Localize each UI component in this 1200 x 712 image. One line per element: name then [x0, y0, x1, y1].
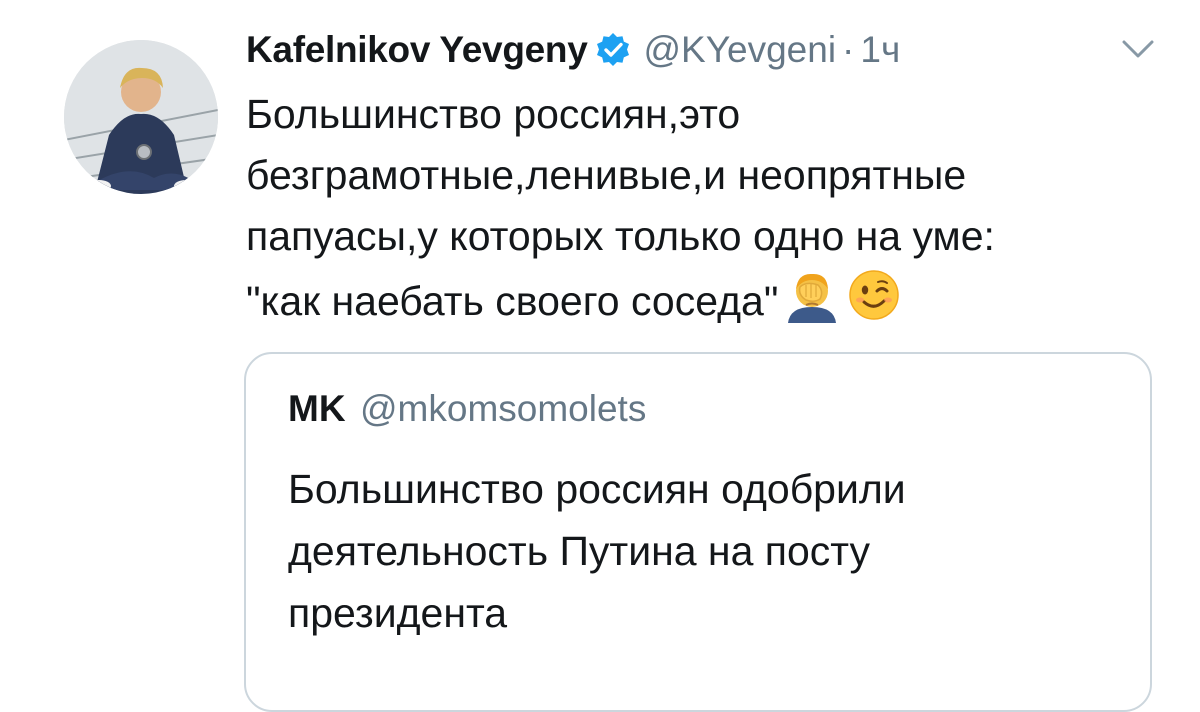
tweet[interactable]: Kafelnikov Yevgeny @KYevgeni · 1ч Больши… — [0, 0, 1200, 712]
quoted-tweet-text: Большинство россиян одобрили деятельност… — [288, 458, 1108, 644]
quoted-text-line: деятельность Путина на посту — [288, 528, 871, 574]
author-handle[interactable]: @KYevgeni — [643, 29, 836, 71]
tweet-text-line: безграмотные,ленивые,и неопрятные — [246, 152, 967, 198]
winking-face-emoji — [846, 267, 902, 340]
quoted-text-line: президента — [288, 590, 508, 636]
separator-dot: · — [842, 29, 855, 70]
avatar[interactable] — [64, 40, 218, 194]
verified-badge-icon — [595, 32, 631, 68]
quoted-author-handle[interactable]: @mkomsomolets — [360, 388, 646, 429]
tweet-text-line: Большинство россиян,это — [246, 91, 741, 137]
quoted-author-name[interactable]: MK — [288, 388, 346, 429]
author-name[interactable]: Kafelnikov Yevgeny — [246, 29, 588, 71]
tweet-text-line-last: "как наебать своего соседа" — [246, 267, 1146, 340]
tweet-text-line: папуасы,у которых только одно на уме: — [246, 213, 995, 259]
tweet-header: Kafelnikov Yevgeny @KYevgeni · 1ч — [246, 24, 900, 76]
quoted-tweet-header: MK @mkomsomolets — [288, 388, 646, 430]
facepalm-emoji — [784, 267, 840, 340]
tweet-text: Большинство россиян,это безграмотные,лен… — [246, 84, 1146, 340]
quoted-tweet-card[interactable]: MK @mkomsomolets Большинство россиян одо… — [244, 352, 1152, 712]
chevron-down-icon[interactable] — [1120, 36, 1156, 62]
tweet-text-line: "как наебать своего соседа" — [246, 278, 779, 324]
tweet-timestamp[interactable]: 1ч — [860, 29, 900, 71]
quoted-text-line: Большинство россиян одобрили — [288, 466, 906, 512]
